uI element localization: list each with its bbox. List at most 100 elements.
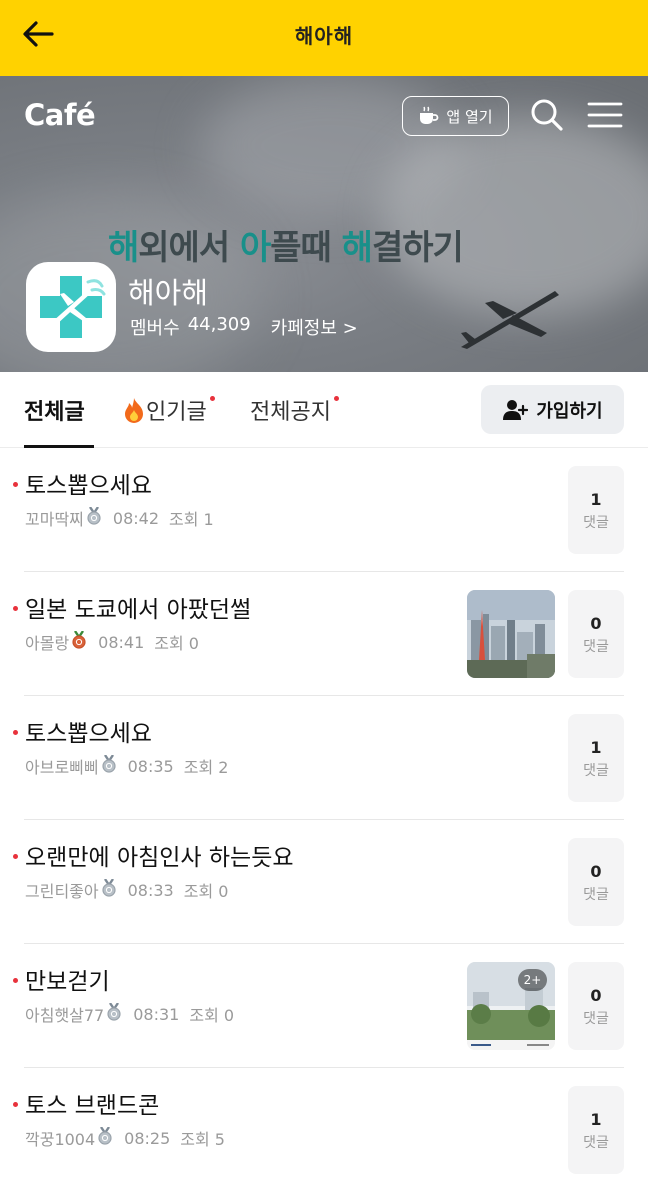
post-views: 조회 0: [183, 882, 229, 901]
cafe-name: 해아해: [128, 276, 209, 310]
search-button[interactable]: [530, 98, 564, 132]
join-label: 가입하기: [536, 400, 603, 422]
comment-count: 1: [590, 1110, 602, 1129]
post-views: 조회 0: [154, 634, 199, 653]
cafe-meta: 멤버수 44,309 카페정보 >: [130, 314, 358, 340]
tab-popular[interactable]: 인기글: [122, 394, 215, 426]
silver-medal-icon: [87, 506, 101, 529]
post-meta: 아브로삐삐 08:35 조회 2: [25, 754, 228, 778]
tab-label: 전체공지: [250, 400, 331, 425]
hamburger-menu-icon: [587, 102, 623, 128]
join-cafe-button[interactable]: 가입하기: [481, 385, 624, 434]
post-author: 꼬마딱찌: [25, 510, 84, 529]
comment-label: 댓글: [583, 1135, 609, 1151]
comment-label: 댓글: [583, 887, 609, 903]
post-author: 아침햇살77: [25, 1006, 105, 1025]
comment-count: 1: [590, 490, 602, 509]
menu-button[interactable]: [587, 100, 623, 130]
post-item[interactable]: 만보걷기 아침햇살77 08:31 조회 0 2+ 0 댓글: [0, 944, 648, 1068]
cafe-logo[interactable]: Café: [24, 98, 96, 132]
post-title[interactable]: 토스뽑으세요: [25, 466, 152, 500]
comment-count-box[interactable]: 1 댓글: [568, 1086, 624, 1174]
post-thumbnail[interactable]: [467, 590, 555, 678]
new-post-dot: [13, 606, 18, 611]
silver-medal-icon: [98, 1126, 112, 1149]
tab-all-posts[interactable]: 전체글: [24, 394, 85, 426]
post-views: 조회 2: [183, 758, 229, 777]
post-item[interactable]: 토스 브랜드콘 깍꿍1004 08:25 조회 5 1 댓글: [0, 1068, 648, 1177]
post-time: 08:35: [127, 756, 174, 776]
comment-label: 댓글: [583, 515, 609, 531]
members-count: 44,309: [187, 314, 251, 335]
new-post-dot: [13, 1102, 18, 1107]
airplane-icon: [461, 291, 559, 349]
post-time: 08:31: [133, 1004, 180, 1024]
comment-count: 0: [590, 862, 602, 881]
comment-count-box[interactable]: 1 댓글: [568, 714, 624, 802]
post-views: 조회 1: [169, 510, 214, 529]
top-bar: 해아해: [0, 0, 648, 76]
post-meta: 그린티좋아 08:33 조회 0: [25, 878, 228, 902]
comment-count-box[interactable]: 0 댓글: [568, 590, 624, 678]
banner-slogan: 해외에서 아플때 해결하기: [108, 220, 464, 269]
cafe-profile-icon[interactable]: [26, 262, 116, 352]
post-views: 조회 0: [189, 1006, 235, 1025]
post-thumbnail[interactable]: 2+: [467, 962, 555, 1050]
post-item[interactable]: 오랜만에 아침인사 하는듯요 그린티좋아 08:33 조회 0 0 댓글: [0, 820, 648, 944]
search-icon: [531, 99, 563, 131]
silver-medal-icon: [107, 1002, 121, 1025]
post-item[interactable]: 토스뽑으세요 아브로삐삐 08:35 조회 2 1 댓글: [0, 696, 648, 820]
post-meta: 꼬마딱찌 08:42 조회 1: [25, 506, 214, 530]
new-post-dot: [13, 730, 18, 735]
open-app-label: 앱 열기: [446, 107, 493, 126]
board-tabs: 전체글 인기글 전체공지 가입하기: [0, 372, 648, 448]
post-time: 08:41: [98, 632, 145, 652]
comment-label: 댓글: [583, 639, 609, 655]
post-title[interactable]: 오랜만에 아침인사 하는듯요: [25, 838, 294, 872]
comment-label: 댓글: [583, 1011, 609, 1027]
banner-part: 외에서: [138, 228, 240, 268]
members-label: 멤버수: [130, 318, 180, 339]
new-post-dot: [13, 482, 18, 487]
comment-label: 댓글: [583, 763, 609, 779]
comment-count-box[interactable]: 1 댓글: [568, 466, 624, 554]
coffee-cup-icon: [420, 106, 439, 124]
banner-part: 플때: [270, 228, 342, 268]
comment-count-box[interactable]: 0 댓글: [568, 962, 624, 1050]
new-indicator-dot: [333, 396, 339, 401]
post-author: 그린티좋아: [25, 882, 99, 901]
post-title[interactable]: 토스뽑으세요: [25, 714, 152, 748]
comment-count-box[interactable]: 0 댓글: [568, 838, 624, 926]
post-meta: 아몰랑 08:41 조회 0: [25, 630, 199, 654]
post-title[interactable]: 만보걷기: [25, 962, 110, 996]
tab-label: 인기글: [146, 400, 207, 425]
bronze-medal-icon: [72, 630, 86, 653]
post-time: 08:42: [112, 508, 159, 528]
page-title: 해아해: [294, 24, 354, 48]
image-count-badge: 2+: [518, 969, 547, 991]
silver-medal-icon: [102, 878, 116, 901]
medical-cross-plane-icon: [40, 276, 106, 338]
post-time: 08:25: [124, 1128, 171, 1148]
post-meta: 깍꿍1004 08:25 조회 5: [25, 1126, 225, 1150]
cafe-info-link[interactable]: 카페정보 >: [271, 314, 358, 340]
banner-part: 해: [108, 228, 139, 268]
post-author: 아브로삐삐: [25, 758, 99, 777]
new-indicator-dot: [209, 396, 215, 401]
open-app-button[interactable]: 앱 열기: [402, 96, 509, 136]
new-post-dot: [13, 854, 18, 859]
cafe-header: Café 앱 열기 해외에서 아플때 해결하기 해아해 멤버수 44,309 카…: [0, 76, 648, 372]
tab-label: 전체글: [24, 400, 85, 425]
post-author: 아몰랑: [25, 634, 70, 653]
post-author: 깍꿍1004: [25, 1130, 96, 1149]
post-views: 조회 5: [180, 1130, 225, 1149]
banner-part: 결하기: [371, 228, 464, 268]
post-item[interactable]: 토스뽑으세요 꼬마딱찌 08:42 조회 1 1 댓글: [0, 448, 648, 572]
post-item[interactable]: 일본 도쿄에서 아팠던썰 아몰랑 08:41 조회 0 0 댓글: [0, 572, 648, 696]
banner-part: 아: [239, 228, 271, 268]
post-title[interactable]: 토스 브랜드콘: [25, 1086, 159, 1120]
post-time: 08:33: [127, 880, 174, 900]
tab-notices[interactable]: 전체공지: [250, 394, 339, 426]
comment-count: 0: [590, 986, 602, 1005]
post-title[interactable]: 일본 도쿄에서 아팠던썰: [25, 590, 251, 624]
